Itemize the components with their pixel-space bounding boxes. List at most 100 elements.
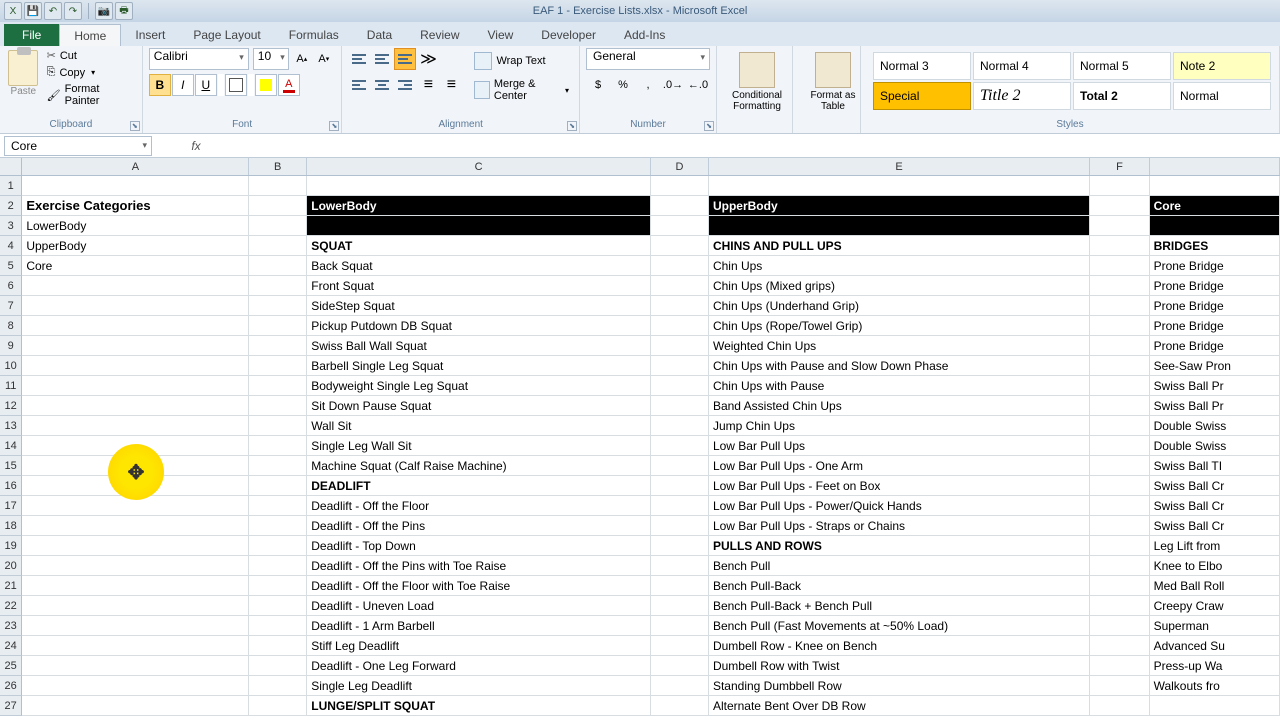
number-format-combo[interactable]: General	[586, 48, 710, 70]
cell[interactable]: Single Leg Wall Sit	[307, 436, 651, 456]
cell[interactable]	[1090, 496, 1150, 516]
row-header[interactable]: 7	[0, 296, 22, 316]
cell[interactable]: Standing Dumbbell Row	[709, 676, 1090, 696]
cell[interactable]: Bodyweight Single Leg Squat	[307, 376, 651, 396]
cell[interactable]	[651, 596, 709, 616]
style-total2[interactable]: Total 2	[1073, 82, 1171, 110]
cell[interactable]	[651, 436, 709, 456]
row-header[interactable]: 26	[0, 676, 22, 696]
cell[interactable]: LowerBody	[307, 196, 651, 216]
cell[interactable]	[651, 336, 709, 356]
cell[interactable]: Band Assisted Chin Ups	[709, 396, 1090, 416]
cell[interactable]	[1090, 196, 1150, 216]
cell[interactable]	[651, 576, 709, 596]
cell[interactable]	[651, 656, 709, 676]
decrease-decimal-icon[interactable]: ←.0	[686, 74, 710, 96]
cell[interactable]: Chin Ups (Underhand Grip)	[709, 296, 1090, 316]
cell[interactable]	[1090, 596, 1150, 616]
cell[interactable]	[249, 176, 307, 196]
cell[interactable]	[249, 476, 307, 496]
tab-home[interactable]: Home	[59, 24, 121, 46]
cell[interactable]	[651, 636, 709, 656]
cell[interactable]	[709, 216, 1090, 236]
row-header[interactable]: 13	[0, 416, 22, 436]
redo-icon[interactable]: ↷	[64, 2, 82, 20]
cell[interactable]	[651, 396, 709, 416]
cell[interactable]: Deadlift - Off the Pins	[307, 516, 651, 536]
row-header[interactable]: 8	[0, 316, 22, 336]
percent-icon[interactable]: %	[611, 74, 635, 96]
cell[interactable]: Double Swiss	[1150, 416, 1280, 436]
cell[interactable]	[1090, 356, 1150, 376]
cell[interactable]: Deadlift - Off the Floor with Toe Raise	[307, 576, 651, 596]
style-normal[interactable]: Normal	[1173, 82, 1271, 110]
cell[interactable]	[22, 276, 249, 296]
cell[interactable]: Chin Ups with Pause	[709, 376, 1090, 396]
cell[interactable]	[651, 536, 709, 556]
cell[interactable]	[1090, 176, 1150, 196]
cell[interactable]	[651, 256, 709, 276]
excel-icon[interactable]: X	[4, 2, 22, 20]
cell[interactable]: BRIDGES	[1150, 236, 1280, 256]
cell[interactable]	[249, 316, 307, 336]
cell[interactable]: Single Leg Deadlift	[307, 676, 651, 696]
style-normal4[interactable]: Normal 4	[973, 52, 1071, 80]
cell[interactable]: Chin Ups with Pause and Slow Down Phase	[709, 356, 1090, 376]
decrease-indent-icon[interactable]: ≡	[417, 74, 439, 96]
cell[interactable]: Med Ball Roll	[1150, 576, 1280, 596]
row-header[interactable]: 16	[0, 476, 22, 496]
print-icon[interactable]: 🖶	[115, 2, 133, 20]
cell[interactable]: UpperBody	[22, 236, 249, 256]
cell[interactable]: Weighted Chin Ups	[709, 336, 1090, 356]
cell[interactable]: Press-up Wa	[1150, 656, 1280, 676]
cell[interactable]: Core	[22, 256, 249, 276]
cell[interactable]	[1090, 536, 1150, 556]
row-header[interactable]: 6	[0, 276, 22, 296]
cell[interactable]	[1090, 516, 1150, 536]
cell[interactable]: Stiff Leg Deadlift	[307, 636, 651, 656]
cell[interactable]	[651, 176, 709, 196]
cell[interactable]: Low Bar Pull Ups - Feet on Box	[709, 476, 1090, 496]
col-header-A[interactable]: A	[22, 158, 249, 175]
cell[interactable]	[651, 496, 709, 516]
style-title2[interactable]: Title 2	[973, 82, 1071, 110]
cell[interactable]	[249, 556, 307, 576]
tab-formulas[interactable]: Formulas	[275, 24, 353, 46]
cell[interactable]	[249, 416, 307, 436]
cell[interactable]: Superman	[1150, 616, 1280, 636]
cell[interactable]	[651, 456, 709, 476]
cell[interactable]: Prone Bridge	[1150, 316, 1280, 336]
cell[interactable]	[1090, 676, 1150, 696]
cell[interactable]: Prone Bridge	[1150, 276, 1280, 296]
cell[interactable]	[22, 296, 249, 316]
cell[interactable]: Knee to Elbo	[1150, 556, 1280, 576]
row-header[interactable]: 25	[0, 656, 22, 676]
row-header[interactable]: 10	[0, 356, 22, 376]
cell[interactable]: Back Squat	[307, 256, 651, 276]
cell[interactable]	[651, 416, 709, 436]
spreadsheet-grid[interactable]: A B C D E F 12Exercise CategoriesLowerBo…	[0, 158, 1280, 720]
style-special[interactable]: Special	[873, 82, 971, 110]
cell[interactable]	[249, 396, 307, 416]
tab-insert[interactable]: Insert	[121, 24, 179, 46]
cell[interactable]	[1090, 476, 1150, 496]
cell[interactable]: LowerBody	[22, 216, 249, 236]
select-all-corner[interactable]	[0, 158, 22, 175]
row-header[interactable]: 4	[0, 236, 22, 256]
alignment-expand-icon[interactable]: ⬊	[567, 121, 577, 131]
cell[interactable]	[1150, 176, 1280, 196]
cell[interactable]	[1090, 276, 1150, 296]
row-header[interactable]: 12	[0, 396, 22, 416]
cell[interactable]	[1090, 556, 1150, 576]
cell[interactable]: Deadlift - Off the Pins with Toe Raise	[307, 556, 651, 576]
cell[interactable]	[1090, 296, 1150, 316]
cell[interactable]	[22, 676, 249, 696]
cell[interactable]: Alternate Bent Over DB Row	[709, 696, 1090, 716]
comma-icon[interactable]: ,	[636, 74, 660, 96]
cell[interactable]	[651, 696, 709, 716]
cell[interactable]	[1090, 696, 1150, 716]
cell[interactable]: Walkouts fro	[1150, 676, 1280, 696]
cell[interactable]: SideStep Squat	[307, 296, 651, 316]
row-header[interactable]: 24	[0, 636, 22, 656]
increase-decimal-icon[interactable]: .0→	[661, 74, 685, 96]
